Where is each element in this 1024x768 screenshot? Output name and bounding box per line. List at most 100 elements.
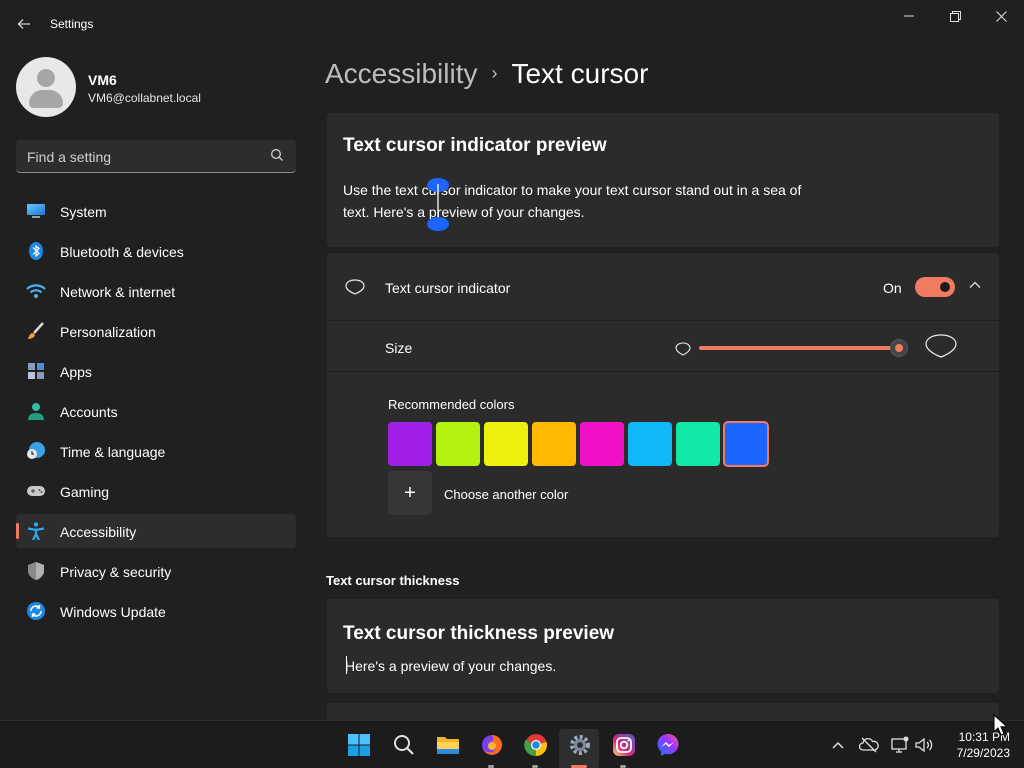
system-icon xyxy=(27,204,45,218)
sidebar-item-time-language[interactable]: Time & language xyxy=(16,434,296,468)
close-button[interactable] xyxy=(978,0,1024,32)
windows-start-icon xyxy=(348,734,370,756)
sidebar-item-gaming[interactable]: Gaming xyxy=(16,474,296,508)
shield-icon xyxy=(28,562,44,580)
network-icon[interactable] xyxy=(890,735,910,755)
sidebar-item-privacy-security[interactable]: Privacy & security xyxy=(16,554,296,588)
brush-icon xyxy=(28,322,44,339)
sidebar-nav: System Bluetooth & devices Network & int… xyxy=(16,194,296,634)
taskbar-chrome[interactable] xyxy=(515,729,555,768)
sidebar-item-personalization[interactable]: Personalization xyxy=(16,314,296,348)
volume-icon[interactable] xyxy=(914,735,934,755)
search-placeholder: Find a setting xyxy=(27,149,112,165)
breadcrumb: Accessibility › Text cursor xyxy=(325,58,648,90)
mouse-pointer-icon xyxy=(993,714,1007,736)
search-icon xyxy=(271,149,283,161)
indicator-toggle-row[interactable]: Text cursor indicator On xyxy=(327,253,999,321)
sidebar-item-bluetooth[interactable]: Bluetooth & devices xyxy=(16,234,296,268)
size-label: Size xyxy=(385,340,413,356)
toggle-state-text: On xyxy=(883,280,902,296)
taskbar-firefox[interactable] xyxy=(471,729,511,768)
onedrive-offline-icon[interactable] xyxy=(859,735,879,755)
back-button[interactable] xyxy=(10,10,38,38)
choose-another-color-label[interactable]: Choose another color xyxy=(444,487,568,502)
color-swatch[interactable] xyxy=(484,422,528,466)
colors-row: Recommended colors + Choose another colo… xyxy=(327,373,999,537)
user-profile[interactable]: VM6 VM6@collabnet.local xyxy=(16,57,306,117)
color-swatch[interactable] xyxy=(723,421,769,467)
color-swatch[interactable] xyxy=(628,422,672,466)
bluetooth-icon xyxy=(29,242,43,260)
sidebar-item-label: Apps xyxy=(60,364,92,380)
sidebar-item-accessibility[interactable]: Accessibility xyxy=(16,514,296,548)
taskbar-search-button[interactable] xyxy=(383,729,423,768)
minimize-button[interactable] xyxy=(886,0,932,32)
thickness-preview-card: Text cursor thickness preview Here's a p… xyxy=(327,599,999,693)
plus-icon: + xyxy=(404,481,416,504)
sidebar-item-label: Time & language xyxy=(60,444,166,460)
person-icon xyxy=(28,403,44,420)
color-swatch[interactable] xyxy=(580,422,624,466)
sidebar-item-label: Privacy & security xyxy=(60,564,172,580)
cursor-indicator-icon xyxy=(345,279,365,295)
color-swatch[interactable] xyxy=(436,422,480,466)
clock-date: 7/29/2023 xyxy=(956,746,1010,760)
sidebar-item-label: Windows Update xyxy=(60,604,166,620)
chrome-icon xyxy=(524,734,547,757)
accessibility-icon xyxy=(27,522,45,540)
taskbar-instagram[interactable] xyxy=(603,729,643,768)
size-slider-track[interactable] xyxy=(699,346,899,350)
color-swatch[interactable] xyxy=(532,422,576,466)
sidebar-item-network[interactable]: Network & internet xyxy=(16,274,296,308)
sidebar-item-apps[interactable]: Apps xyxy=(16,354,296,388)
sidebar-item-label: System xyxy=(60,204,107,220)
indicator-preview-card: Text cursor indicator preview Use the te… xyxy=(327,113,999,247)
chevron-up-icon[interactable] xyxy=(828,735,848,755)
page-title: Text cursor xyxy=(511,58,649,89)
size-slider-thumb[interactable] xyxy=(890,339,908,357)
taskbar-messenger[interactable] xyxy=(647,729,687,768)
thickness-preview-title: Text cursor thickness preview xyxy=(343,623,615,644)
color-swatch[interactable] xyxy=(388,422,432,466)
app-title: Settings xyxy=(50,17,94,31)
toggle-knob xyxy=(940,282,950,292)
sidebar-item-windows-update[interactable]: Windows Update xyxy=(16,594,296,628)
sidebar-item-label: Bluetooth & devices xyxy=(60,244,184,260)
sidebar-item-label: Network & internet xyxy=(60,284,176,300)
small-size-icon xyxy=(675,342,691,356)
sidebar-item-label: Accessibility xyxy=(60,524,137,540)
thickness-section-title: Text cursor thickness xyxy=(326,573,460,588)
chevron-up-icon[interactable] xyxy=(967,277,983,293)
sidebar-item-accounts[interactable]: Accounts xyxy=(16,394,296,428)
thickness-preview-text: Here's a preview of your changes. xyxy=(345,658,557,674)
update-icon xyxy=(27,602,45,620)
start-button[interactable] xyxy=(338,729,378,768)
size-row: Size xyxy=(327,322,999,372)
file-explorer-icon xyxy=(437,737,459,754)
taskbar-settings[interactable] xyxy=(559,729,599,768)
apps-icon xyxy=(28,363,44,379)
breadcrumb-parent[interactable]: Accessibility xyxy=(325,58,477,89)
firefox-icon xyxy=(482,735,502,755)
taskbar-file-explorer[interactable] xyxy=(427,729,467,768)
indicator-settings-card: Text cursor indicator On Size Recommende… xyxy=(327,253,999,537)
color-swatch[interactable] xyxy=(676,422,720,466)
search-icon xyxy=(394,735,414,755)
search-input[interactable]: Find a setting xyxy=(16,140,296,173)
text-cursor-indicator-icon xyxy=(427,178,449,231)
restore-button[interactable] xyxy=(932,0,978,32)
preview-title: Text cursor indicator preview xyxy=(343,135,607,156)
close-icon xyxy=(995,10,1007,22)
sidebar-item-label: Accounts xyxy=(60,404,118,420)
wifi-icon xyxy=(26,284,46,298)
sidebar-item-system[interactable]: System xyxy=(16,194,296,228)
title-bar: Settings xyxy=(0,0,1024,48)
indicator-toggle[interactable] xyxy=(915,277,955,297)
profile-email: VM6@collabnet.local xyxy=(88,91,201,105)
back-arrow-icon xyxy=(17,19,30,29)
avatar xyxy=(16,57,76,117)
add-color-button[interactable]: + xyxy=(388,471,432,515)
settings-gear-icon xyxy=(570,735,590,755)
minimize-icon xyxy=(904,15,914,17)
taskbar: 10:31 PM 7/29/2023 xyxy=(0,720,1024,768)
